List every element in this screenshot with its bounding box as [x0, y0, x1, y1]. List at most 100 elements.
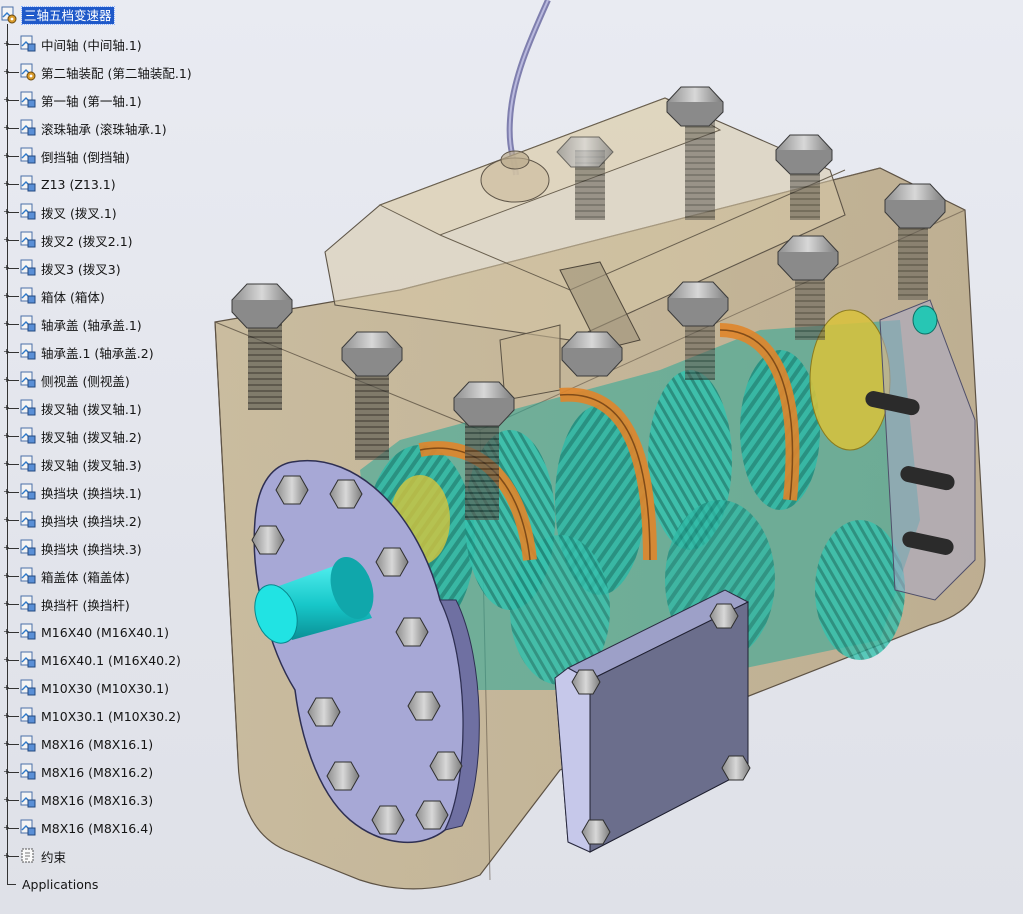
tree-node-label: 拨叉 (拨叉.1)	[41, 205, 117, 221]
specification-tree: 三轴五档变速器 + 中间轴 (中间轴.1) + 第二轴装配 (第二轴装配.1) …	[0, 0, 230, 914]
expand-icon[interactable]: +	[3, 432, 10, 440]
tree-node-30[interactable]: + 约束	[0, 846, 66, 866]
tree-node-label: 约束	[41, 849, 67, 865]
part-icon	[20, 791, 36, 808]
expand-icon[interactable]: +	[3, 40, 10, 48]
tree-node-19[interactable]: + 换挡块 (换挡块.3)	[0, 538, 142, 558]
expand-icon[interactable]: +	[3, 488, 10, 496]
tree-node-8[interactable]: + 拨叉2 (拨叉2.1)	[0, 230, 133, 250]
expand-icon[interactable]: +	[3, 572, 10, 580]
tree-node-6[interactable]: + Z13 (Z13.1)	[0, 174, 116, 194]
tree-node-5[interactable]: + 倒挡轴 (倒挡轴)	[0, 146, 130, 166]
tree-node-13[interactable]: + 侧视盖 (侧视盖)	[0, 370, 130, 390]
tree-node-21[interactable]: + 换挡杆 (换挡杆)	[0, 594, 130, 614]
expand-icon[interactable]: +	[3, 740, 10, 748]
expand-icon[interactable]: +	[3, 684, 10, 692]
tree-node-label: 轴承盖.1 (轴承盖.2)	[41, 345, 154, 361]
part-icon	[20, 35, 36, 52]
tree-root[interactable]: 三轴五档变速器	[0, 5, 115, 25]
part-icon	[20, 623, 36, 640]
expand-icon[interactable]: +	[3, 768, 10, 776]
tree-node-16[interactable]: + 拨叉轴 (拨叉轴.3)	[0, 454, 142, 474]
part-icon	[20, 91, 36, 108]
tree-node-26[interactable]: + M8X16 (M8X16.1)	[0, 734, 153, 754]
expand-icon[interactable]: +	[3, 600, 10, 608]
expand-icon[interactable]: +	[3, 152, 10, 160]
expand-icon[interactable]: +	[3, 292, 10, 300]
tree-node-25[interactable]: + M10X30.1 (M10X30.2)	[0, 706, 181, 726]
tree-node-29[interactable]: + M8X16 (M8X16.4)	[0, 818, 153, 838]
expand-icon[interactable]: +	[3, 404, 10, 412]
tree-node-label: 换挡块 (换挡块.1)	[41, 485, 142, 501]
tree-node-23[interactable]: + M16X40.1 (M16X40.2)	[0, 650, 181, 670]
tree-node-15[interactable]: + 拨叉轴 (拨叉轴.2)	[0, 426, 142, 446]
tree-node-label: M8X16 (M8X16.2)	[41, 764, 154, 780]
expand-icon[interactable]: +	[3, 236, 10, 244]
tree-node-label: 拨叉轴 (拨叉轴.2)	[41, 429, 142, 445]
tree-node-label: 换挡块 (换挡块.3)	[41, 541, 142, 557]
part-icon	[20, 315, 36, 332]
expand-icon[interactable]: +	[3, 516, 10, 524]
tree-node-3[interactable]: + 第一轴 (第一轴.1)	[0, 90, 142, 110]
expand-icon[interactable]: +	[3, 264, 10, 272]
tree-node-20[interactable]: + 箱盖体 (箱盖体)	[0, 566, 130, 586]
tree-node-18[interactable]: + 换挡块 (换挡块.2)	[0, 510, 142, 530]
tree-node-11[interactable]: + 轴承盖 (轴承盖.1)	[0, 314, 142, 334]
tree-node-label: 滚珠轴承 (滚珠轴承.1)	[41, 121, 167, 137]
part-icon	[20, 707, 36, 724]
tree-node-label: M16X40 (M16X40.1)	[41, 624, 169, 640]
expand-icon[interactable]: +	[3, 712, 10, 720]
tree-node-label: Z13 (Z13.1)	[41, 176, 116, 192]
expand-icon[interactable]: +	[3, 852, 10, 860]
expand-icon[interactable]: +	[3, 96, 10, 104]
part-icon	[20, 147, 36, 164]
tree-node-label: 拨叉2 (拨叉2.1)	[41, 233, 133, 249]
part-icon	[20, 651, 36, 668]
expand-icon[interactable]: +	[3, 824, 10, 832]
part-icon	[20, 343, 36, 360]
tree-node-label: M8X16 (M8X16.4)	[41, 820, 154, 836]
constraints-icon	[21, 848, 34, 863]
tree-node-10[interactable]: + 箱体 (箱体)	[0, 286, 105, 306]
tree-node-14[interactable]: + 拨叉轴 (拨叉轴.1)	[0, 398, 142, 418]
tree-node-applications[interactable]: Applications	[0, 873, 99, 894]
part-icon	[20, 455, 36, 472]
expand-icon[interactable]: +	[3, 796, 10, 804]
applications-label: Applications	[22, 876, 99, 892]
tree-node-12[interactable]: + 轴承盖.1 (轴承盖.2)	[0, 342, 154, 362]
tree-node-label: M10X30.1 (M10X30.2)	[41, 708, 181, 724]
tree-node-label: 第二轴装配 (第二轴装配.1)	[41, 65, 192, 81]
product-icon	[20, 63, 36, 81]
tree-node-4[interactable]: + 滚珠轴承 (滚珠轴承.1)	[0, 118, 167, 138]
expand-icon[interactable]: +	[3, 68, 10, 76]
tree-node-22[interactable]: + M16X40 (M16X40.1)	[0, 622, 169, 642]
tree-node-9[interactable]: + 拨叉3 (拨叉3)	[0, 258, 121, 278]
expand-icon[interactable]: +	[3, 628, 10, 636]
tree-node-27[interactable]: + M8X16 (M8X16.2)	[0, 762, 153, 782]
expand-icon[interactable]: +	[3, 348, 10, 356]
tree-node-label: 换挡块 (换挡块.2)	[41, 513, 142, 529]
part-icon	[20, 231, 36, 248]
tree-node-label: 箱盖体 (箱盖体)	[41, 569, 130, 585]
part-icon	[20, 399, 36, 416]
tree-node-1[interactable]: + 中间轴 (中间轴.1)	[0, 34, 142, 54]
tree-node-label: M8X16 (M8X16.1)	[41, 736, 154, 752]
part-icon	[20, 119, 36, 136]
tree-node-17[interactable]: + 换挡块 (换挡块.1)	[0, 482, 142, 502]
tree-node-28[interactable]: + M8X16 (M8X16.3)	[0, 790, 153, 810]
expand-icon[interactable]: +	[3, 208, 10, 216]
tree-node-2[interactable]: + 第二轴装配 (第二轴装配.1)	[0, 62, 192, 82]
part-icon	[20, 427, 36, 444]
expand-icon[interactable]: +	[3, 320, 10, 328]
tree-node-label: 拨叉轴 (拨叉轴.1)	[41, 401, 142, 417]
expand-icon[interactable]: +	[3, 656, 10, 664]
tree-node-24[interactable]: + M10X30 (M10X30.1)	[0, 678, 169, 698]
tree-node-7[interactable]: + 拨叉 (拨叉.1)	[0, 202, 117, 222]
part-icon	[20, 259, 36, 276]
expand-icon[interactable]: +	[3, 124, 10, 132]
part-icon	[20, 175, 36, 192]
expand-icon[interactable]: +	[3, 460, 10, 468]
expand-icon[interactable]: +	[3, 544, 10, 552]
expand-icon[interactable]: +	[3, 180, 10, 188]
expand-icon[interactable]: +	[3, 376, 10, 384]
